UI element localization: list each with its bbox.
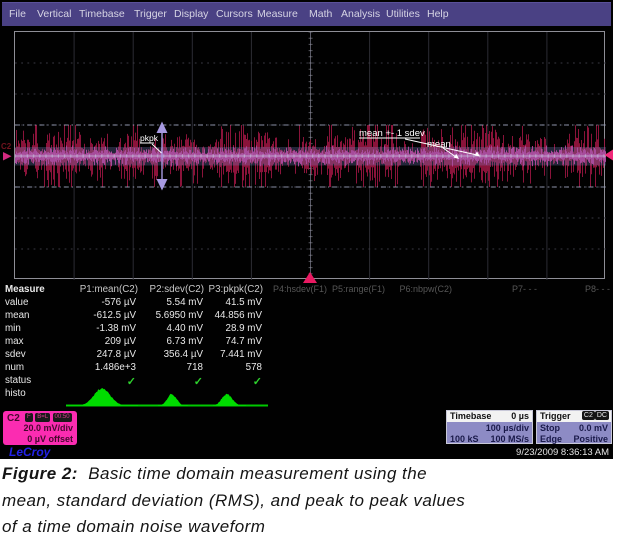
svg-text:mean +- 1 sdev: mean +- 1 sdev [359, 128, 425, 139]
svg-text:mean: mean [427, 139, 451, 150]
svg-text:pkpk: pkpk [140, 133, 159, 143]
svg-text:C2: C2 [1, 142, 12, 151]
